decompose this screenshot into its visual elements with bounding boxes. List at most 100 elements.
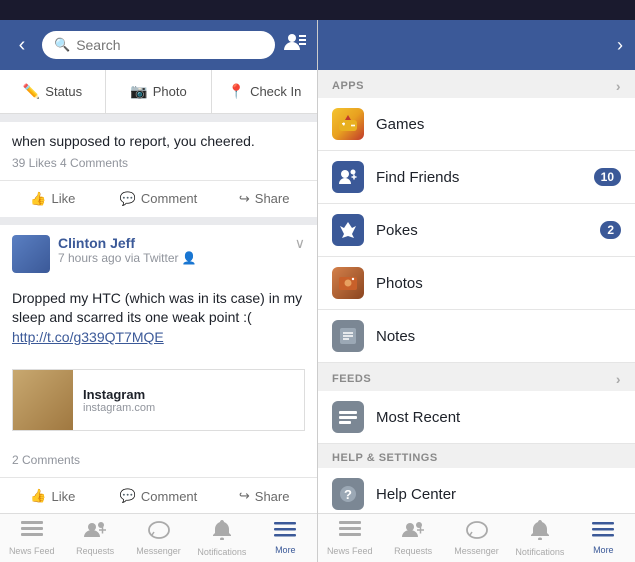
like-label: Like [52,191,76,206]
post-text-2: Dropped my HTC (which was in its case) i… [12,289,305,348]
avatar [12,235,50,273]
search-icon: 🔍 [54,37,70,53]
tab-more-right[interactable]: More [572,514,635,562]
menu-item-notes[interactable]: Notes [318,310,635,363]
more-icon-right [592,522,614,543]
tab-more-left[interactable]: More [254,514,317,562]
back-button[interactable]: ‹ [10,34,34,57]
menu-item-games[interactable]: Games [318,98,635,151]
author-name[interactable]: Clinton Jeff [58,235,287,251]
menu-item-most-recent[interactable]: Most Recent [318,391,635,444]
menu-item-find-friends[interactable]: Find Friends 10 [318,151,635,204]
tab-label: Requests [76,546,114,556]
post-link[interactable]: http://t.co/g339QT7MQE [12,329,164,345]
tab-label: News Feed [327,546,373,556]
tab-requests-left[interactable]: Requests [63,514,126,562]
tab-label: Messenger [454,546,499,556]
link-domain: instagram.com [83,402,155,414]
section-title-help: HELP & SETTINGS [332,452,438,464]
share-button-2[interactable]: ↪ Share [211,484,317,508]
find-friends-label: Find Friends [376,169,582,186]
like-label-2: Like [52,489,76,504]
find-friends-icon [332,161,364,193]
menu-item-pokes[interactable]: Pokes 2 [318,204,635,257]
author-info: Clinton Jeff 7 hours ago via Twitter 👤 [58,235,287,265]
news-feed-icon-right [339,521,361,544]
notes-icon [332,320,364,352]
pokes-icon [332,214,364,246]
more-icon [274,522,296,543]
right-chevron-icon[interactable]: › [617,35,623,56]
comment-button[interactable]: 💬 Comment [106,187,212,211]
most-recent-icon [332,401,364,433]
post-menu-chevron[interactable]: ∨ [295,235,305,252]
tab-notifications-right[interactable]: Notifications [508,514,571,562]
checkin-button[interactable]: 📍 Check In [212,70,317,113]
like-button[interactable]: 👍 Like [0,187,106,211]
section-chevron-feeds[interactable]: › [616,371,621,387]
tab-label: Requests [394,546,432,556]
tab-label: News Feed [9,546,55,556]
section-title-apps: APPS [332,80,364,92]
comment-button-2[interactable]: 💬 Comment [106,484,212,508]
pokes-label: Pokes [376,222,588,239]
news-feed-icon [21,521,43,544]
left-tab-bar: News Feed Requests Messenger Notificatio… [0,513,317,562]
share-button[interactable]: ↪ Share [211,187,317,211]
photo-icon: 📷 [130,83,147,100]
photos-label: Photos [376,275,621,292]
tab-messenger-left[interactable]: Messenger [127,514,190,562]
like-icon: 👍 [30,191,46,207]
notifications-icon-right [531,520,549,545]
status-bar [0,0,635,20]
tab-notifications-left[interactable]: Notifications [190,514,253,562]
post-time: 7 hours ago via Twitter 👤 [58,251,287,265]
menu-item-help-center[interactable]: ? Help Center [318,468,635,513]
status-label: Status [45,84,82,99]
menu-item-photos[interactable]: Photos [318,257,635,310]
comment-label-2: Comment [141,489,197,504]
post-body-2: Dropped my HTC (which was in its case) i… [0,279,317,362]
tab-messenger-right[interactable]: Messenger [445,514,508,562]
search-input[interactable] [76,37,263,53]
status-button[interactable]: ✏️ Status [0,70,106,113]
notifications-icon [213,520,231,545]
tab-label: Notifications [197,547,246,557]
checkin-label: Check In [250,84,301,99]
tab-requests-right[interactable]: Requests [381,514,444,562]
section-header-apps: APPS › [318,70,635,98]
section-chevron-apps[interactable]: › [616,78,621,94]
like-button-2[interactable]: 👍 Like [0,484,106,508]
share-label-2: Share [255,489,290,504]
checkin-icon: 📍 [228,83,245,100]
games-icon [332,108,364,140]
tab-news-feed-right[interactable]: News Feed [318,514,381,562]
photo-button[interactable]: 📷 Photo [106,70,212,113]
profile-icon-button[interactable] [283,32,307,58]
comment-icon-2: 💬 [120,488,136,504]
tab-label: Messenger [136,546,181,556]
help-center-label: Help Center [376,486,621,503]
most-recent-label: Most Recent [376,409,621,426]
twitter-icon: 👤 [182,251,197,265]
like-icon-2: 👍 [30,488,46,504]
tab-label: Notifications [515,547,564,557]
notes-label: Notes [376,328,621,345]
share-icon: ↪ [239,191,250,207]
photos-icon [332,267,364,299]
post-comments: 2 Comments [0,439,317,477]
section-title-feeds: FEEDS [332,373,371,385]
post-body: when supposed to report, you cheered. 39… [0,122,317,180]
right-content: APPS › Games [318,70,635,513]
games-label: Games [376,116,621,133]
link-title: Instagram [83,387,155,402]
tab-label: More [275,545,296,555]
requests-icon-right [402,521,424,544]
link-preview[interactable]: Instagram instagram.com [12,369,305,431]
tab-news-feed-left[interactable]: News Feed [0,514,63,562]
requests-icon [84,521,106,544]
messenger-icon-right [466,521,488,544]
photo-label: Photo [153,84,187,99]
right-tab-bar: News Feed Requests Messenger Notificatio… [318,513,635,562]
post-card-2: Clinton Jeff 7 hours ago via Twitter 👤 ∨… [0,225,317,513]
